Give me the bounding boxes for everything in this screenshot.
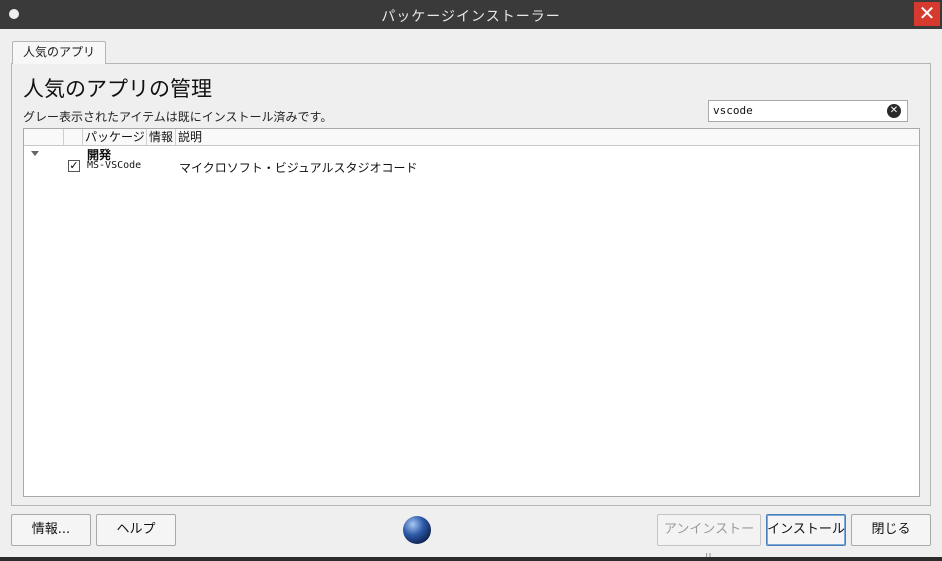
column-checkbox[interactable] bbox=[64, 129, 83, 146]
column-info[interactable]: 情報 bbox=[147, 129, 176, 146]
title-bar: パッケージインストーラー ✕ bbox=[0, 0, 942, 29]
uninstall-button[interactable]: アンインストール bbox=[657, 514, 761, 561]
globe-icon bbox=[403, 516, 431, 544]
collapse-group-icon[interactable] bbox=[31, 151, 39, 156]
page-title: 人気のアプリの管理 bbox=[23, 77, 212, 101]
close-button[interactable]: 閉じる bbox=[851, 514, 931, 546]
bottom-edge bbox=[0, 557, 942, 561]
info-button[interactable]: 情報... bbox=[11, 514, 91, 546]
main-window: 人気のアプリ 人気のアプリの管理 グレー表示されたアイテムは既にインストール済み… bbox=[0, 29, 942, 561]
column-package[interactable]: パッケージ bbox=[83, 129, 147, 146]
list-header: パッケージ 情報 説明 bbox=[24, 129, 919, 146]
package-description: マイクロソフト・ビジュアルスタジオコード bbox=[179, 161, 418, 175]
package-name: MS-VSCode bbox=[87, 160, 142, 171]
install-button[interactable]: インストール bbox=[766, 514, 846, 546]
window-title: パッケージインストーラー bbox=[381, 9, 561, 25]
close-window-button[interactable]: ✕ bbox=[914, 2, 940, 26]
clear-search-icon[interactable]: ✕ bbox=[887, 104, 901, 118]
column-description[interactable]: 説明 bbox=[176, 129, 916, 146]
search-input[interactable]: vscode bbox=[708, 100, 908, 122]
help-button[interactable]: ヘルプ bbox=[96, 514, 176, 546]
tab-popular-apps[interactable]: 人気のアプリ bbox=[12, 41, 106, 64]
package-list[interactable]: パッケージ 情報 説明 開発 ✓ MS-VSCode マイクロソフト・ビジュアル… bbox=[23, 128, 920, 497]
page-subtitle: グレー表示されたアイテムは既にインストール済みです。 bbox=[23, 110, 333, 124]
column-expander[interactable] bbox=[24, 129, 64, 146]
tab-panel: 人気のアプリの管理 グレー表示されたアイテムは既にインストール済みです。 vsc… bbox=[11, 63, 931, 506]
package-checkbox[interactable]: ✓ bbox=[68, 160, 80, 172]
